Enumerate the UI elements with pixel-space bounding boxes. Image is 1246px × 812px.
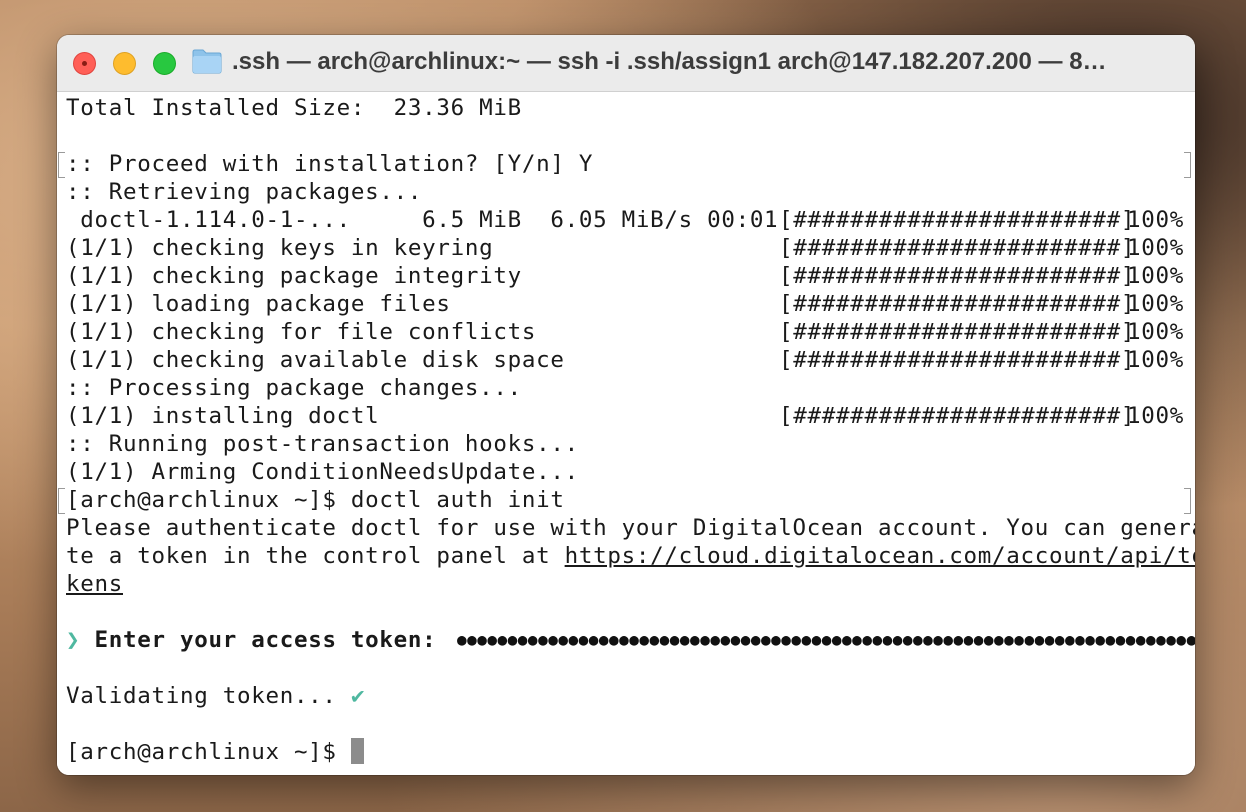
token-url-link[interactable]: https://cloud.digitalocean.com/account/a… bbox=[565, 543, 1195, 569]
text-cursor bbox=[350, 738, 364, 764]
window-title: .ssh — arch@archlinux:~ — ssh -i .ssh/as… bbox=[232, 48, 1107, 75]
arming-line: (1/1) Arming ConditionNeedsUpdate... bbox=[66, 459, 579, 485]
folder-icon bbox=[192, 49, 222, 74]
validating-text: Validating token... bbox=[66, 683, 351, 709]
hooks-line: :: Running post-transaction hooks... bbox=[66, 431, 579, 457]
final-prompt-line[interactable]: [arch@archlinux ~]$ bbox=[66, 738, 364, 766]
mark-bracket-left bbox=[58, 152, 65, 178]
checkmark-icon: ✔ bbox=[350, 683, 366, 709]
shell-prompt: [arch@archlinux ~]$ bbox=[66, 739, 351, 765]
progress-percent: 100% bbox=[1127, 319, 1184, 345]
validating-line: Validating token... ✔ bbox=[66, 682, 365, 710]
mark-bracket-right bbox=[1184, 152, 1191, 178]
progress-bar: [#######################] bbox=[779, 347, 1136, 373]
token-url-link-continued[interactable]: kens bbox=[66, 571, 123, 597]
close-dot bbox=[82, 61, 87, 66]
total-size-line: Total Installed Size: 23.36 MiB bbox=[66, 95, 522, 121]
processing-line: :: Processing package changes... bbox=[66, 375, 522, 401]
chevron-right-icon: ❯ bbox=[66, 627, 81, 653]
progress-bar: [#######################] bbox=[779, 235, 1136, 261]
step-line: (1/1) checking keys in keyring bbox=[66, 235, 494, 261]
step-line: (1/1) loading package files bbox=[66, 291, 451, 317]
progress-percent: 100% bbox=[1127, 263, 1184, 289]
progress-percent: 100% bbox=[1127, 291, 1184, 317]
progress-bar: [#######################] bbox=[779, 207, 1136, 233]
terminal-window: .ssh — arch@archlinux:~ — ssh -i .ssh/as… bbox=[57, 35, 1195, 775]
retrieving-line: :: Retrieving packages... bbox=[66, 179, 423, 205]
maximize-icon[interactable] bbox=[153, 52, 176, 75]
progress-bar: [#######################] bbox=[779, 263, 1136, 289]
auth-message-line-1: Please authenticate doctl for use with y… bbox=[66, 515, 1195, 541]
progress-percent: 100% bbox=[1127, 403, 1184, 429]
minimize-icon[interactable] bbox=[113, 52, 136, 75]
download-line: doctl-1.114.0-1-... 6.5 MiB 6.05 MiB/s 0… bbox=[66, 207, 779, 233]
step-line: (1/1) checking package integrity bbox=[66, 263, 522, 289]
step-line: (1/1) checking available disk space bbox=[66, 347, 565, 373]
terminal-output[interactable]: Total Installed Size: 23.36 MiB :: Proce… bbox=[57, 92, 1195, 775]
auth-message-line-3: kens bbox=[66, 570, 123, 598]
auth-message-prefix: te a token in the control panel at bbox=[66, 543, 565, 569]
progress-percent: 100% bbox=[1127, 235, 1184, 261]
auth-message-line-2: te a token in the control panel at https… bbox=[66, 542, 1195, 570]
installing-line: (1/1) installing doctl bbox=[66, 403, 380, 429]
token-input-masked[interactable]: ●●●●●●●●●●●●●●●●●●●●●●●●●●●●●●●●●●●●●●●●… bbox=[457, 626, 1195, 654]
progress-percent: 100% bbox=[1127, 207, 1184, 233]
close-icon[interactable] bbox=[73, 52, 96, 75]
step-line: (1/1) checking for file conflicts bbox=[66, 319, 537, 345]
token-prompt-line: ❯ Enter your access token: bbox=[66, 626, 436, 654]
progress-bar: [#######################] bbox=[779, 291, 1136, 317]
progress-bar: [#######################] bbox=[779, 319, 1136, 345]
command-line: [arch@archlinux ~]$ doctl auth init bbox=[66, 487, 565, 513]
proceed-line: :: Proceed with installation? [Y/n] Y bbox=[66, 151, 594, 177]
progress-bar: [#######################] bbox=[779, 403, 1136, 429]
progress-percent: 100% bbox=[1127, 347, 1184, 373]
token-prompt-label: Enter your access token: bbox=[94, 627, 437, 653]
mark-bracket-right bbox=[1184, 488, 1191, 514]
mark-bracket-left bbox=[58, 488, 65, 514]
title-bar[interactable]: .ssh — arch@archlinux:~ — ssh -i .ssh/as… bbox=[57, 35, 1195, 92]
